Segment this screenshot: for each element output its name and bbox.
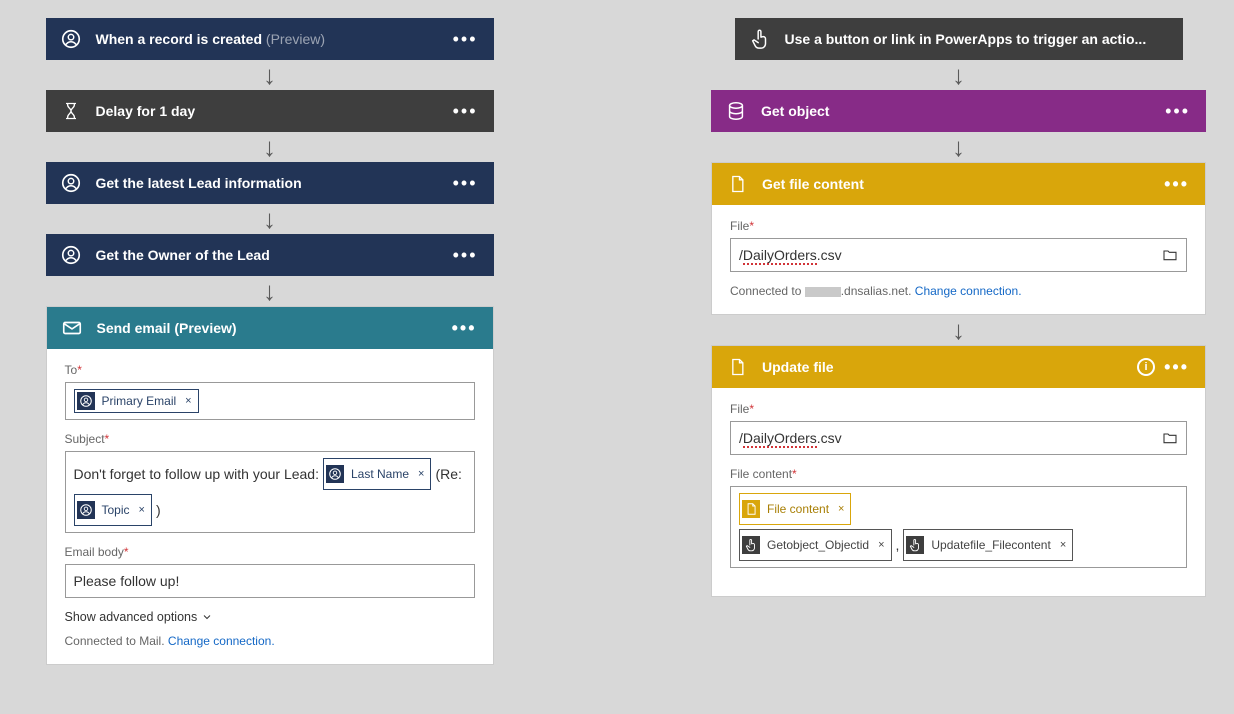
field-label-body: Email body* [65,545,475,559]
to-field[interactable]: Primary Email × [65,382,475,420]
get-file-content-card: Get file content ••• File* /DailyOrders.… [711,162,1206,315]
tap-icon [749,28,771,50]
folder-picker-icon[interactable] [1160,247,1180,263]
more-options-icon[interactable]: ••• [1164,182,1189,186]
show-advanced-options[interactable]: Show advanced options [65,610,475,624]
remove-token-icon[interactable]: × [137,497,147,523]
crm-icon [60,244,82,266]
update-file-header[interactable]: Update file i ••• [712,346,1205,388]
step-title: When a record is created [96,31,263,47]
hourglass-icon [60,100,82,122]
change-connection-link[interactable]: Change connection. [168,634,275,648]
info-icon[interactable]: i [1137,358,1155,376]
crm-icon [60,172,82,194]
arrow-down-icon: ↓ [263,60,276,90]
field-label-file: File* [730,219,1187,233]
token-updatefile-filecontent[interactable]: Updatefile_Filecontent × [903,529,1073,561]
file-field[interactable]: /DailyOrders.csv [730,238,1187,272]
arrow-down-icon: ↓ [952,132,965,162]
field-label-to: To* [65,363,475,377]
flow-left: When a record is created (Preview) ••• ↓… [28,18,511,665]
token-topic[interactable]: Topic × [74,494,152,526]
remove-token-icon[interactable]: × [1058,532,1068,558]
update-file-card: Update file i ••• File* /DailyOrders.csv… [711,345,1206,597]
more-options-icon[interactable]: ••• [1164,365,1189,369]
connection-info: Connected to Mail. Change connection. [65,634,475,648]
get-object-step[interactable]: Get object ••• [711,90,1206,132]
preview-badge: (Preview) [174,320,236,336]
file-field[interactable]: /DailyOrders.csv [730,421,1187,455]
send-email-header[interactable]: Send email (Preview) ••• [47,307,493,349]
step-title: Get the Owner of the Lead [96,247,270,263]
arrow-down-icon: ↓ [263,204,276,234]
get-file-content-header[interactable]: Get file content ••• [712,163,1205,205]
remove-token-icon[interactable]: × [876,532,886,558]
tap-icon [906,536,924,554]
token-file-content[interactable]: File content × [739,493,851,525]
crm-icon [60,28,82,50]
powerapps-trigger-step[interactable]: Use a button or link in PowerApps to tri… [735,18,1183,60]
field-label-file: File* [730,402,1187,416]
db-icon [725,100,747,122]
file-icon [726,356,748,378]
remove-token-icon[interactable]: × [836,496,846,522]
file-icon [726,173,748,195]
token-last-name[interactable]: Last Name × [323,458,431,490]
connection-info: Connected to .dnsalias.net. Change conne… [730,284,1187,298]
remove-token-icon[interactable]: × [416,461,426,487]
token-primary-email[interactable]: Primary Email × [74,389,199,413]
arrow-down-icon: ↓ [952,315,965,345]
token-getobject-objectid[interactable]: Getobject_Objectid × [739,529,892,561]
flow-right: Use a button or link in PowerApps to tri… [711,18,1206,665]
arrow-down-icon: ↓ [263,276,276,306]
card-title: Send email [97,320,171,336]
step-title: Get object [761,103,829,119]
arrow-down-icon: ↓ [263,132,276,162]
crm-icon [77,501,95,519]
chevron-down-icon [201,611,213,623]
delay-step[interactable]: Delay for 1 day ••• [46,90,494,132]
more-options-icon[interactable]: ••• [453,181,478,185]
file-icon [742,500,760,518]
get-owner-step[interactable]: Get the Owner of the Lead ••• [46,234,494,276]
folder-picker-icon[interactable] [1160,430,1180,446]
trigger-step[interactable]: When a record is created (Preview) ••• [46,18,494,60]
more-options-icon[interactable]: ••• [453,37,478,41]
preview-badge: (Preview) [266,31,325,47]
more-options-icon[interactable]: ••• [1165,109,1190,113]
mail-icon [61,317,83,339]
field-label-subject: Subject* [65,432,475,446]
crm-icon [77,392,95,410]
step-title: Delay for 1 day [96,103,196,119]
subject-field[interactable]: Don't forget to follow up with your Lead… [65,451,475,533]
crm-icon [326,465,344,483]
email-body-field[interactable]: Please follow up! [65,564,475,598]
redacted-host [805,287,841,297]
card-title: Get file content [762,176,864,192]
step-title: Get the latest Lead information [96,175,302,191]
tap-icon [742,536,760,554]
arrow-down-icon: ↓ [952,60,965,90]
step-title: Use a button or link in PowerApps to tri… [785,31,1147,47]
more-options-icon[interactable]: ••• [453,253,478,257]
field-label-file-content: File content* [730,467,1187,481]
get-lead-step[interactable]: Get the latest Lead information ••• [46,162,494,204]
file-content-field[interactable]: File content × Getobject_Objectid × , Up… [730,486,1187,568]
more-options-icon[interactable]: ••• [453,109,478,113]
remove-token-icon[interactable]: × [183,395,193,407]
change-connection-link[interactable]: Change connection. [915,284,1022,298]
send-email-card: Send email (Preview) ••• To* Primary Ema… [46,306,494,665]
more-options-icon[interactable]: ••• [452,326,477,330]
card-title: Update file [762,359,834,375]
